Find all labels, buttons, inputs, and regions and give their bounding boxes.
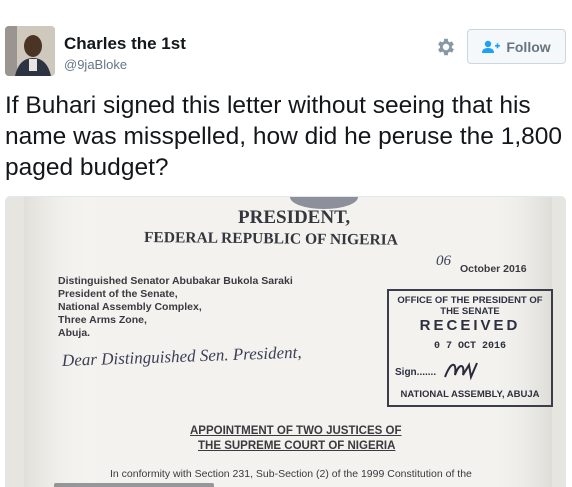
- letter-address-line: President of the Senate,: [58, 288, 178, 300]
- letter-subheading: FEDERAL REPUBLIC OF NIGERIA: [143, 229, 399, 249]
- received-stamp: OFFICE OF THE PRESIDENT OF THE SENATE RE…: [387, 289, 553, 407]
- stamp-footer: NATIONAL ASSEMBLY, ABUJA: [400, 389, 540, 400]
- tweet-header: Charles the 1st @9jaBloke Follow: [0, 0, 572, 86]
- letter-address-line: Three Arms Zone,: [58, 314, 147, 326]
- letter-heading: PRESIDENT,: [238, 207, 351, 228]
- user-handle[interactable]: @9jaBloke: [64, 57, 127, 72]
- stamp-sign-label: Sign.......: [395, 367, 437, 378]
- letter-date-rest: October 2016: [460, 263, 527, 275]
- stamp-signature: [444, 362, 478, 381]
- follow-button-label: Follow: [506, 38, 551, 55]
- letter-title-line1: APPOINTMENT OF TWO JUSTICES OF: [190, 425, 402, 437]
- letter-date-day: 06: [436, 253, 451, 269]
- letter-body-line: In conformity with Section 231, Sub-Sect…: [110, 468, 472, 480]
- letter-title-line2: THE SUPREME COURT OF NIGERIA: [198, 440, 396, 452]
- add-person-icon: [482, 40, 501, 53]
- letter-body-cutoff: [54, 483, 214, 487]
- stamp-date: 0 7 OCT 2016: [433, 341, 506, 352]
- tweet-text: If Buhari signed this letter without see…: [5, 92, 563, 181]
- user-display-name[interactable]: Charles the 1st: [64, 34, 186, 54]
- stamp-line1: OFFICE OF THE PRESIDENT OF: [397, 295, 543, 306]
- letter-photo: PRESIDENT, FEDERAL REPUBLIC OF NIGERIA 0…: [24, 197, 553, 487]
- follow-button[interactable]: Follow: [467, 29, 566, 64]
- letter-address-line: Distinguished Senator Abubakar Bukola Sa…: [58, 275, 293, 287]
- letter-address-line: National Assembly Complex,: [58, 301, 202, 313]
- letter-address-line: Abuja.: [58, 327, 91, 339]
- stamp-received: RECEIVED: [419, 317, 521, 334]
- tweet-media-image[interactable]: PRESIDENT, FEDERAL REPUBLIC OF NIGERIA 0…: [5, 196, 566, 487]
- avatar[interactable]: [5, 26, 55, 76]
- stamp-line2: THE SENATE: [440, 306, 500, 317]
- gear-icon[interactable]: [435, 36, 457, 58]
- user-avatar-icon: [5, 26, 55, 76]
